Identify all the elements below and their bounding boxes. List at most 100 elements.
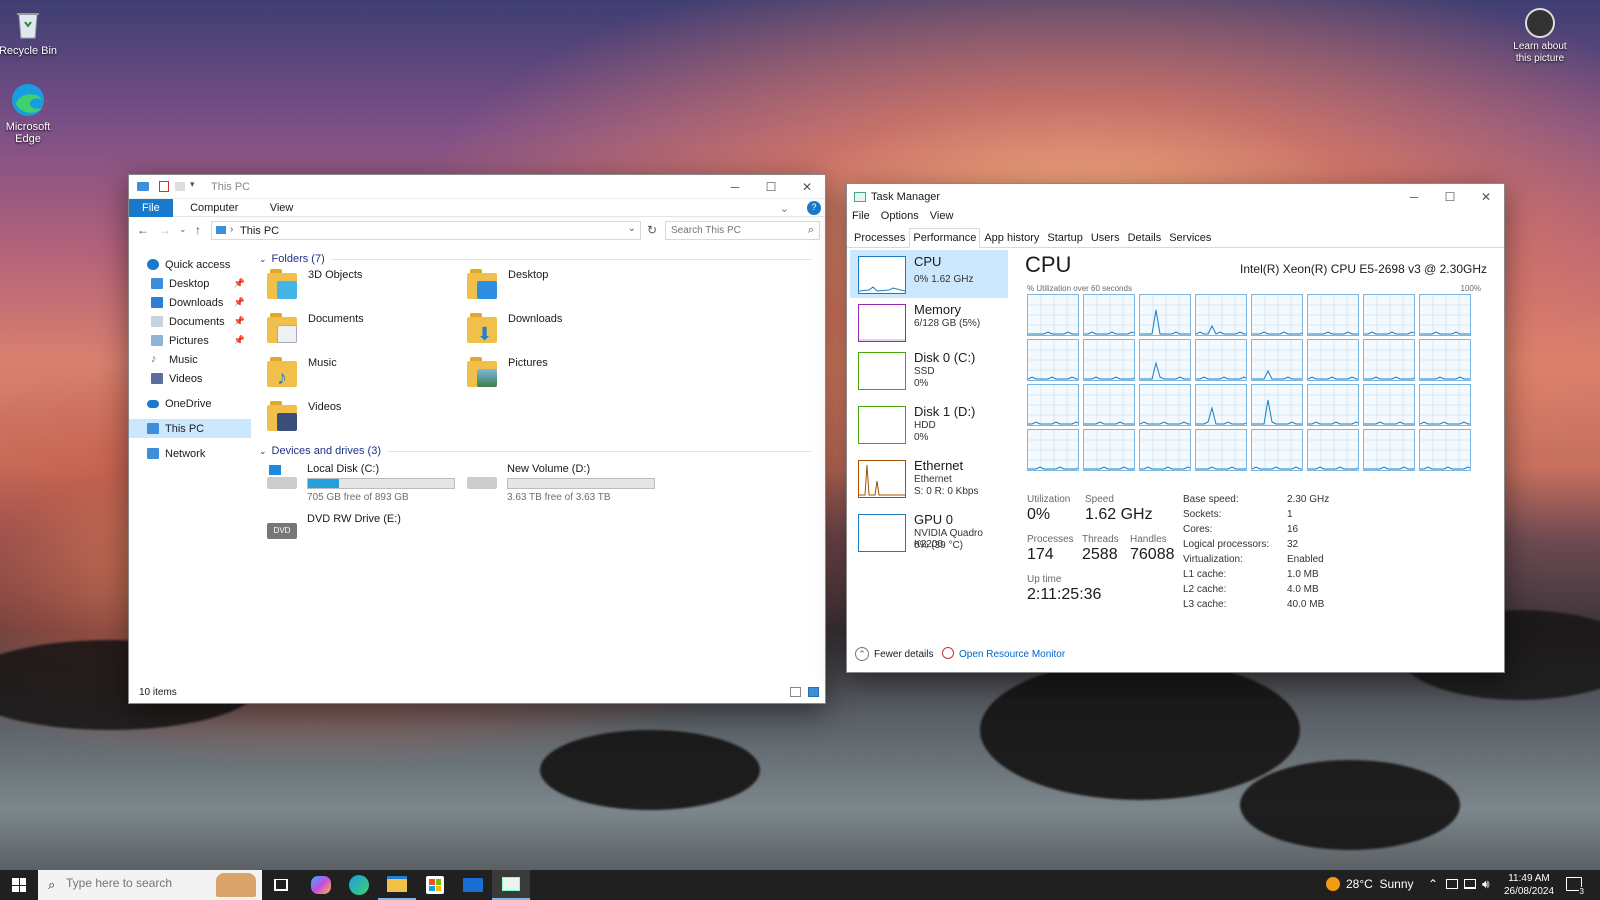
resource-gpu-0[interactable]: GPU 0 NVIDIA Quadro K2200 0% (39 °C) [850,508,1008,556]
tab-startup[interactable]: Startup [1043,228,1086,248]
ribbon-tab-computer[interactable]: Computer [176,199,252,217]
fewer-details-link[interactable]: Fewer details [874,649,933,660]
task-view-button[interactable] [262,870,300,900]
task-manager-taskbar-button[interactable] [492,870,530,900]
copilot-icon [311,876,331,894]
resource-disk-1[interactable]: Disk 1 (D:) HDD 0% [850,400,1008,448]
menu-options[interactable]: Options [881,210,919,222]
resource-cpu[interactable]: CPU 0% 1.62 GHz [850,250,1008,298]
desktop-icon-recycle-bin[interactable]: Recycle Bin [0,6,60,57]
folder-music[interactable]: ♪ Music [267,357,337,388]
volume-icon[interactable]: 🔊︎ [1482,877,1490,892]
network-icon[interactable] [1464,879,1476,889]
tab-users[interactable]: Users [1087,228,1124,248]
menu-view[interactable]: View [930,210,954,222]
nav-this-pc[interactable]: This PC [129,419,251,438]
maximize-button[interactable]: ☐ [753,175,789,199]
folders-header[interactable]: ⌄ Folders (7) [259,253,811,265]
weather-widget[interactable]: 28°C Sunny [1326,877,1414,891]
nav-item-desktop[interactable]: Desktop 📌 [129,274,251,293]
resource-ethernet[interactable]: Ethernet Ethernet S: 0 R: 0 Kbps [850,454,1008,502]
mail-taskbar-button[interactable] [454,870,492,900]
maximize-button[interactable]: ☐ [1432,184,1468,210]
nav-network[interactable]: Network [129,444,251,463]
drive-d[interactable]: New Volume (D:) 3.63 TB free of 3.63 TB [465,463,655,503]
folder-documents[interactable]: Documents [267,313,364,343]
spec-value: Enabled [1287,554,1324,565]
clock[interactable]: 11:49 AM 26/08/2024 [1500,872,1558,898]
cpu-core-graph [1195,384,1247,426]
open-resource-monitor-link[interactable]: Open Resource Monitor [959,649,1065,660]
recent-dropdown-icon[interactable]: ⌄ [179,224,187,235]
nav-item-music[interactable]: ♪ Music [129,350,251,369]
folder-icon [387,876,407,892]
tab-app-history[interactable]: App history [980,228,1043,248]
folder-desktop[interactable]: Desktop [467,269,548,299]
cpu-core-graph [1307,429,1359,471]
nav-onedrive[interactable]: OneDrive [129,394,251,413]
large-icons-view-icon[interactable] [808,687,819,697]
resource-memory[interactable]: Memory 6/128 GB (5%) [850,298,1008,346]
spec-value: 1 [1287,509,1293,520]
ribbon-tab-file[interactable]: File [129,199,173,217]
taskbar-search-input[interactable] [66,876,206,890]
folder-pictures[interactable]: Pictures [467,357,548,387]
window-title: This PC [211,181,251,193]
store-taskbar-button[interactable] [416,870,454,900]
nav-quick-access[interactable]: Quick access [129,255,251,274]
menu-file[interactable]: File [852,210,870,222]
tab-performance[interactable]: Performance [909,228,981,248]
cpu-core-graph [1251,429,1303,471]
close-button[interactable]: ✕ [789,175,825,199]
processes-value: 174 [1027,546,1054,563]
up-arrow-icon[interactable]: ↑ [195,223,201,237]
desktop-folder-icon [467,269,499,299]
close-button[interactable]: ✕ [1468,184,1504,210]
forward-arrow-icon[interactable]: → [159,223,171,237]
nav-item-pictures[interactable]: Pictures 📌 [129,331,251,350]
expand-ribbon-icon[interactable]: ⌄ [766,199,803,218]
desktop-icon-edge[interactable]: Microsoft Edge [0,82,60,145]
search-input[interactable] [666,222,796,239]
search-box[interactable]: ⌕ [665,221,820,240]
refresh-icon[interactable]: ↻ [647,223,657,237]
nav-item-documents[interactable]: Documents 📌 [129,312,251,331]
ribbon-tab-view[interactable]: View [256,199,308,217]
drives-header[interactable]: ⌄ Devices and drives (3) [259,445,811,457]
resource-disk-0[interactable]: Disk 0 (C:) SSD 0% [850,346,1008,394]
file-explorer-taskbar-button[interactable] [378,870,416,900]
address-bar[interactable]: › This PC ⌄ [211,221,641,240]
tab-services[interactable]: Services [1165,228,1215,248]
resource-name: Ethernet [914,458,964,473]
folder-3d-objects[interactable]: 3D Objects [267,269,362,299]
meet-now-icon[interactable] [1446,879,1458,889]
minimize-button[interactable]: ─ [717,175,753,199]
qat-dropdown-icon[interactable]: ▾ [190,179,195,190]
drive-c[interactable]: Local Disk (C:) 705 GB free of 893 GB [265,463,455,503]
nav-item-videos[interactable]: Videos [129,369,251,388]
section-label: Folders (7) [271,253,325,265]
notification-center-button[interactable]: 3 [1566,877,1585,896]
drive-e[interactable]: DVD DVD RW Drive (E:) [265,513,401,543]
minimize-button[interactable]: ─ [1396,184,1432,210]
start-button[interactable] [0,870,38,900]
details-view-icon[interactable] [790,687,801,697]
taskbar-search[interactable]: ⌕ [38,870,262,900]
show-hidden-icons-chevron-icon[interactable]: ⌃ [1428,877,1438,891]
properties-icon[interactable] [159,181,169,192]
edge-taskbar-button[interactable] [340,870,378,900]
learn-about-picture[interactable]: Learn about this picture [1508,8,1572,65]
collapse-circle-icon[interactable]: ⌃ [855,647,869,661]
help-icon[interactable]: ? [807,201,821,215]
content-pane: ⌄ Folders (7) 3D Objects Desktop Document… [251,245,825,679]
address-dropdown-icon[interactable]: ⌄ [628,223,636,234]
folder-videos[interactable]: Videos [267,401,341,431]
nav-item-downloads[interactable]: Downloads 📌 [129,293,251,312]
tab-details[interactable]: Details [1124,228,1166,248]
folder-downloads[interactable]: ⬇ Downloads [467,313,562,343]
tab-processes[interactable]: Processes [850,228,909,248]
copilot-button[interactable] [302,870,340,900]
back-arrow-icon[interactable]: ← [137,223,149,237]
cpu-core-graph [1083,339,1135,381]
new-folder-icon[interactable] [175,182,185,191]
